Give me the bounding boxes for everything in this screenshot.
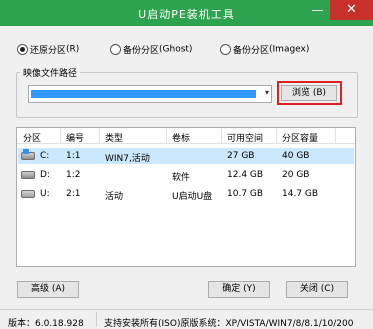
support-text: 支持安装所有(ISO)原版系统：XP/VISTA/WIN7/8/8.1/10/2… bbox=[104, 319, 354, 329]
backup-ghost-radio[interactable]: 备份分区(Ghost) bbox=[110, 43, 192, 56]
col-number[interactable]: 编号 bbox=[66, 131, 84, 144]
close-window-button[interactable]: ✕ bbox=[330, 0, 373, 20]
column-divider bbox=[276, 128, 277, 143]
close-button[interactable]: 关闭 (C) bbox=[286, 281, 348, 298]
column-divider bbox=[221, 128, 222, 143]
col-type[interactable]: 类型 bbox=[105, 131, 123, 144]
status-divider bbox=[96, 312, 97, 327]
restore-partition-radio[interactable]: 还原分区(R) bbox=[17, 43, 79, 56]
selected-path-highlight bbox=[31, 90, 256, 98]
status-bar: 版本：6.0.18.928 支持安装所有(ISO)原版系统：XP/VISTA/W… bbox=[0, 309, 373, 329]
radio-unchecked-icon bbox=[220, 44, 231, 55]
backup-imagex-radio[interactable]: 备份分区(Imagex) bbox=[220, 43, 309, 56]
advanced-button[interactable]: 高级 (A) bbox=[17, 281, 79, 298]
table-row[interactable]: C: 1:1 WIN7,活动 27 GB 40 GB bbox=[18, 148, 354, 164]
table-row[interactable]: D: 1:2 软件 12.4 GB 20 GB bbox=[18, 167, 354, 183]
radio-checked-icon bbox=[17, 44, 28, 55]
col-free-space[interactable]: 可用空间 bbox=[227, 131, 263, 144]
partition-table: 分区 编号 类型 卷标 可用空间 分区容量 C: 1:1 WIN7,活动 27 … bbox=[16, 127, 356, 267]
radio-unchecked-icon bbox=[110, 44, 121, 55]
browse-button[interactable]: 浏览 (B) bbox=[281, 85, 337, 101]
image-path-label: 映像文件路径 bbox=[20, 66, 81, 79]
chevron-down-icon[interactable]: ▾ bbox=[265, 88, 269, 97]
col-label[interactable]: 卷标 bbox=[172, 131, 190, 144]
column-divider bbox=[166, 128, 167, 143]
column-divider bbox=[60, 128, 61, 143]
disk-icon bbox=[21, 171, 35, 179]
version-text: 版本：6.0.18.928 bbox=[8, 319, 84, 329]
image-path-combobox[interactable]: ▾ bbox=[28, 85, 272, 103]
column-divider bbox=[99, 128, 100, 143]
col-partition[interactable]: 分区 bbox=[23, 131, 41, 144]
title-bar: U启动PE装机工具 — ✕ bbox=[0, 0, 373, 26]
column-divider bbox=[335, 128, 336, 143]
table-header: 分区 编号 类型 卷标 可用空间 分区容量 bbox=[17, 128, 355, 144]
ok-button[interactable]: 确定 (Y) bbox=[208, 281, 270, 298]
table-row[interactable]: U: 2:1 活动 U启动U盘 10.7 GB 14.7 GB bbox=[18, 186, 354, 202]
minimize-button[interactable]: — bbox=[305, 0, 330, 20]
windows-disk-icon bbox=[21, 149, 35, 160]
usb-disk-icon bbox=[21, 190, 35, 198]
col-capacity[interactable]: 分区容量 bbox=[282, 131, 318, 144]
